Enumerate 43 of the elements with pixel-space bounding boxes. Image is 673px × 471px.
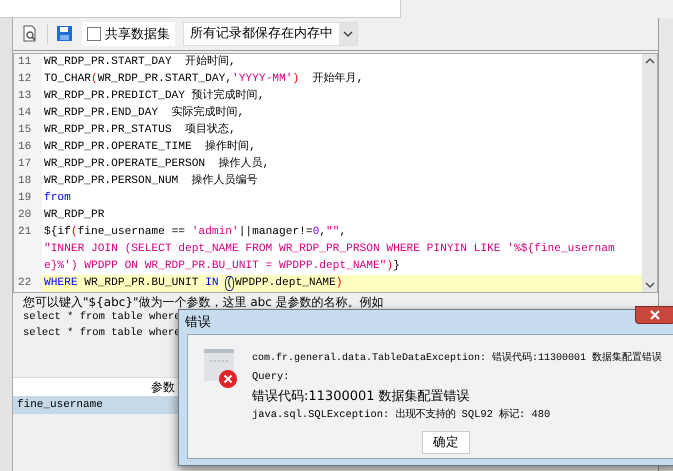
line-number: 11 bbox=[18, 56, 32, 68]
error-message: java.sql.SQLException: 出现不支持的 SQL92 标记: 480 bbox=[252, 407, 552, 423]
scroll-up-icon[interactable] bbox=[644, 58, 654, 64]
code-line: WR_RDP_PR.OPERATE_PERSON 操作人员, bbox=[43, 156, 270, 172]
code-line: WR_RDP_PR.PERSON_NUM 操作人员编号 bbox=[43, 173, 258, 189]
table-header: 参数 bbox=[150, 379, 175, 396]
chevron-down-icon bbox=[343, 31, 353, 37]
line-number: 21 bbox=[18, 226, 32, 238]
sql-editor[interactable] bbox=[13, 53, 658, 293]
error-message: 错误代码:11300001 数据集配置错误 bbox=[252, 388, 471, 406]
storage-dropdown[interactable]: 所有记录都保存在内存中 bbox=[183, 22, 358, 46]
code-line: TO_CHAR(WR_RDP_PR.START_DAY,'YYYY-MM') 开始年月, bbox=[43, 71, 364, 87]
close-button[interactable] bbox=[635, 306, 673, 324]
line-number: 12 bbox=[18, 73, 32, 85]
save-icon[interactable] bbox=[56, 25, 74, 43]
code-line: ${if(fine_username == 'admin'||manager!=0,"", bbox=[43, 224, 346, 240]
ok-button[interactable]: 确定 bbox=[422, 431, 470, 454]
line-number: 19 bbox=[18, 192, 32, 204]
line-number: 13 bbox=[18, 90, 32, 102]
code-line: from bbox=[43, 190, 71, 206]
line-number: 20 bbox=[18, 209, 32, 221]
code-line: WR_RDP_PR.PREDICT_DAY 预计完成时间, bbox=[43, 88, 264, 104]
dialog-title: 错误 bbox=[185, 314, 211, 331]
code-line: WR_RDP_PR.START_DAY 开始时间, bbox=[43, 54, 236, 70]
code-line: WR_RDP_PR.PR_STATUS 项目状态, bbox=[43, 122, 236, 138]
shared-dataset-checkbox[interactable]: 共享数据集 bbox=[82, 22, 175, 46]
code-line: WR_RDP_PR.END_DAY 实际完成时间, bbox=[43, 105, 244, 121]
line-number: 15 bbox=[18, 124, 32, 136]
line-number: 22 bbox=[18, 277, 32, 289]
line-number: 14 bbox=[18, 107, 32, 119]
close-icon bbox=[650, 310, 660, 320]
line-number: 16 bbox=[18, 141, 32, 153]
line-number: 18 bbox=[18, 175, 32, 187]
hint-text: 您可以键入"${abc}"做为一个参数，这里 abc 是参数的名称。例如 bbox=[22, 295, 384, 309]
code-line: "INNER JOIN (SELECT dept_NAME FROM WR_RDP_PR_PRSON WHERE PINYIN LIKE '%${fine_usernam bbox=[43, 242, 615, 257]
line-number: 17 bbox=[18, 158, 32, 170]
error-message: com.fr.general.data.TableDataException: 错误代码:11300001 数据集配置错误 bbox=[252, 350, 664, 366]
scrollbar[interactable] bbox=[642, 54, 657, 292]
scroll-down-icon[interactable] bbox=[644, 282, 654, 288]
error-message: Query: bbox=[252, 370, 290, 385]
code-line: WR_RDP_PR bbox=[43, 208, 104, 223]
code-line: e}%') WPDPP ON WR_RDP_PR.BU_UNIT = WPDPP.dept_NAME")} bbox=[43, 258, 400, 274]
code-line: WR_RDP_PR.OPERATE_TIME 操作时间, bbox=[43, 139, 256, 155]
